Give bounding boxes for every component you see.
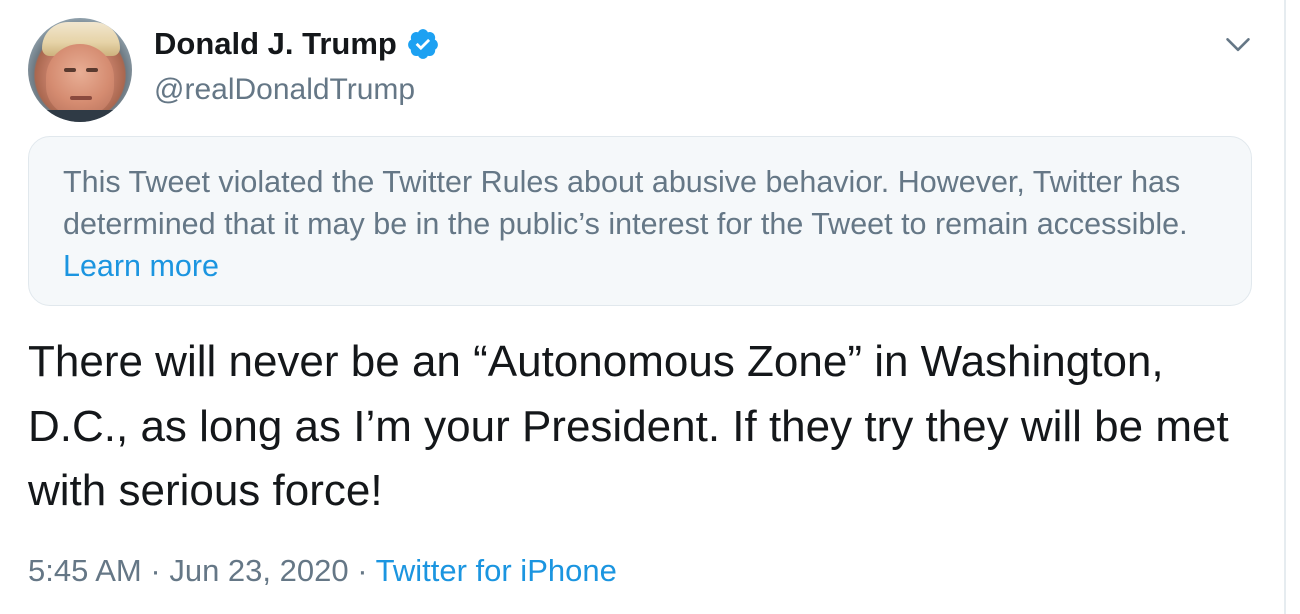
tweet-date[interactable]: Jun 23, 2020 (169, 553, 348, 588)
tweet-source-link[interactable]: Twitter for iPhone (376, 553, 617, 588)
tweet-meta: 5:45 AM · Jun 23, 2020 · Twitter for iPh… (28, 553, 617, 589)
avatar[interactable] (28, 18, 132, 122)
meta-separator: · (357, 553, 368, 588)
author-handle[interactable]: @realDonaldTrump (154, 73, 415, 107)
avatar-mouth (70, 96, 92, 100)
meta-separator: · (150, 553, 161, 588)
verified-badge-icon (407, 29, 438, 59)
avatar-face (46, 44, 114, 116)
tweet-time[interactable]: 5:45 AM (28, 553, 142, 588)
avatar-eye-right (86, 68, 98, 72)
chevron-down-icon[interactable] (1224, 30, 1252, 58)
public-interest-notice: This Tweet violated the Twitter Rules ab… (28, 136, 1252, 306)
author-name[interactable]: Donald J. Trump (154, 26, 397, 62)
notice-text: This Tweet violated the Twitter Rules ab… (63, 165, 1188, 241)
learn-more-link[interactable]: Learn more (63, 249, 219, 283)
avatar-suit (28, 110, 132, 122)
avatar-eye-left (64, 68, 76, 72)
tweet-card: Donald J. Trump @realDonaldTrump This Tw… (0, 0, 1286, 614)
author-name-row[interactable]: Donald J. Trump (154, 26, 440, 62)
tweet-text: There will never be an “Autonomous Zone”… (28, 337, 1229, 515)
